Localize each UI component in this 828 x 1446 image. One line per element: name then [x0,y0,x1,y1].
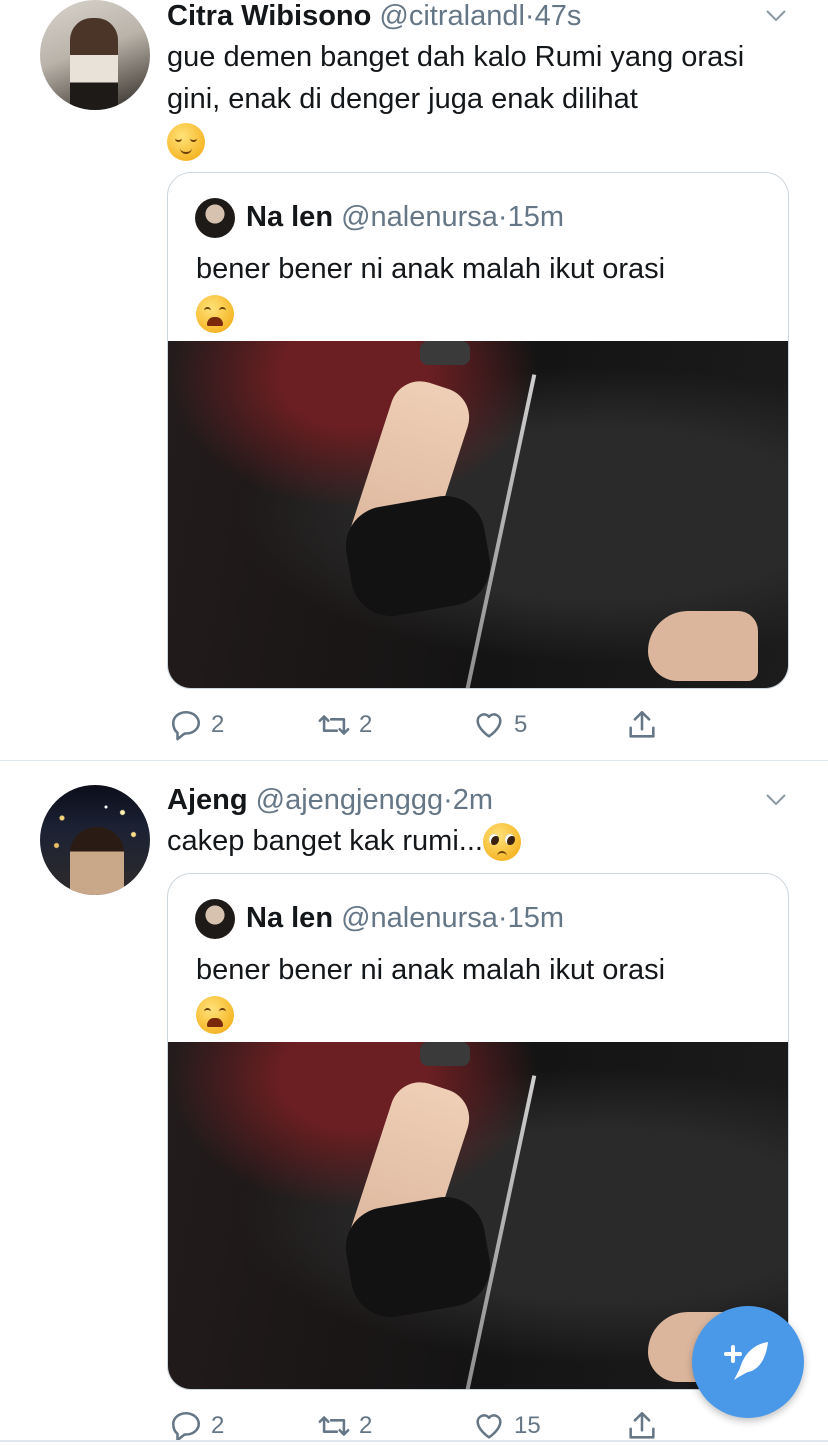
share-icon [629,710,655,738]
quote-text: bener bener ni anak malah ikut orasi [196,247,766,335]
quote-user-handle: @nalenursa [341,201,498,233]
quote-user-name: Na len [246,201,334,233]
chevron-down-icon[interactable] [764,788,788,812]
compose-tweet-button[interactable] [692,1306,804,1418]
quote-header: Na len @nalenursa·15m [246,902,564,934]
weary-face-icon [196,295,234,334]
relieved-face-icon [167,123,205,162]
tweet-text-body: cakep banget kak rumi... [167,825,483,857]
quote-header: Na len @nalenursa·15m [246,201,564,233]
pleading-face-icon [482,823,521,862]
user-name[interactable]: Ajeng [167,784,248,816]
chevron-down-icon[interactable] [764,4,788,28]
feather-plus-icon [724,1342,768,1380]
retweet-count: 2 [359,1412,373,1439]
reply-count: 2 [211,711,225,738]
tweet-separator [0,760,828,761]
tweet-actions: 2 2 5 [167,705,667,745]
user-handle[interactable]: @citralandl [379,0,525,32]
dot-separator: · [524,0,535,32]
reply-button[interactable]: 2 [169,705,224,745]
avatar[interactable] [40,785,150,895]
reply-icon [171,710,201,741]
avatar[interactable] [40,0,150,110]
tweet-text: gue demen banget dah kalo Rumi yang oras… [167,36,797,162]
share-button[interactable] [625,705,659,745]
retweet-count: 2 [359,711,373,738]
heart-icon [476,713,502,738]
reply-count: 2 [211,1412,225,1439]
tweet[interactable]: Citra Wibisono @citralandl·47s gue demen… [0,0,828,760]
user-handle[interactable]: @ajengjenggg [256,784,443,816]
quote-text-body: bener bener ni anak malah ikut orasi [196,253,666,285]
quote-media-image[interactable] [168,341,788,688]
like-button[interactable]: 5 [472,705,527,745]
dot-separator: · [443,784,453,816]
quote-media-image[interactable] [168,1042,788,1389]
retweet-icon [318,715,350,735]
like-count: 5 [514,711,528,738]
reply-icon [171,1411,201,1442]
tweet-text: cakep banget kak rumi... [167,820,797,862]
like-count: 15 [514,1412,541,1439]
share-icon [629,1411,655,1439]
weary-face-icon [196,996,234,1035]
dot-separator: · [497,201,508,233]
heart-icon [476,1414,502,1439]
tweet-time[interactable]: 2m [453,784,493,816]
quote-text: bener bener ni anak malah ikut orasi [196,948,766,1036]
quote-avatar [195,899,235,939]
quote-user-name: Na len [246,902,334,934]
quote-text-body: bener bener ni anak malah ikut orasi [196,954,666,986]
quoted-tweet[interactable]: Na len @nalenursa·15m bener bener ni ana… [167,873,789,1390]
quoted-tweet[interactable]: Na len @nalenursa·15m bener bener ni ana… [167,172,789,689]
quote-avatar [195,198,235,238]
quote-user-handle: @nalenursa [341,902,498,934]
tweet-header: Citra Wibisono @citralandl·47s [167,0,581,32]
user-name[interactable]: Citra Wibisono [167,0,371,32]
tweet-time[interactable]: 47s [535,0,582,32]
quote-time: 15m [507,201,564,233]
tweet-header: Ajeng @ajengjenggg·2m [167,784,493,816]
dot-separator: · [497,902,508,934]
tweet-text-body: gue demen banget dah kalo Rumi yang oras… [167,41,745,115]
quote-time: 15m [507,902,564,934]
retweet-button[interactable]: 2 [317,705,372,745]
retweet-icon [318,1416,350,1436]
